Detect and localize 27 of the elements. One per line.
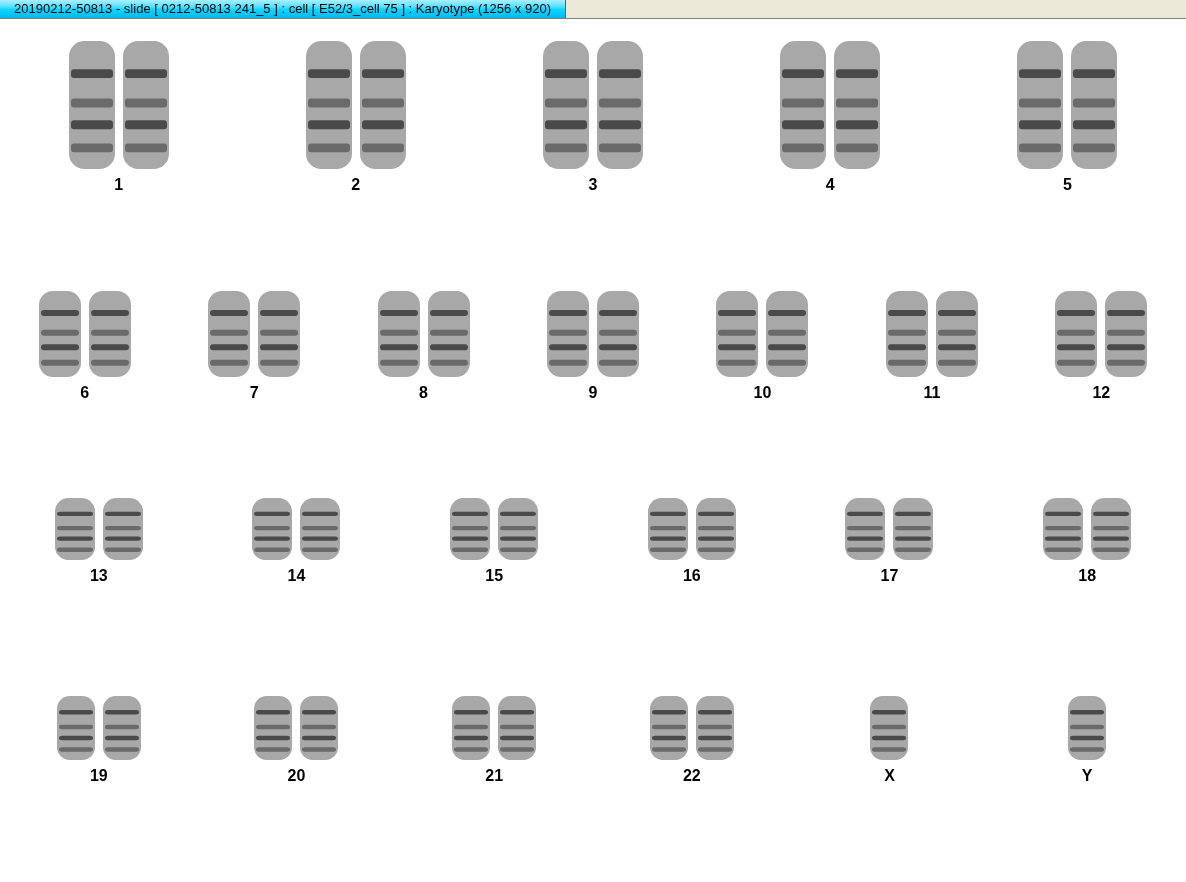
chromosome-label: 9 (588, 383, 598, 403)
chromosome-label: 14 (287, 566, 306, 586)
chromosome-label: Y (1081, 766, 1093, 786)
window-title: 20190212-50813 - slide [ 0212-50813 241_5 ] : cell [ E52/3_cell 75 ] : Karyotype (1256 x 920) (0, 0, 566, 18)
chromosome-label: 17 (880, 566, 899, 586)
chromosome-label: 10 (753, 383, 772, 403)
chromosome-label: 18 (1078, 566, 1097, 586)
chromosome-label: 13 (89, 566, 108, 586)
chromosome-label: 2 (351, 175, 361, 195)
chromosome-label: 19 (89, 766, 108, 786)
chromosome-label: 4 (825, 175, 835, 195)
chromosome-label: 6 (80, 383, 90, 403)
chromosome-label: 15 (485, 566, 504, 586)
chromosome-label: 8 (419, 383, 428, 403)
chromosome-label: 20 (287, 766, 306, 786)
chromosome-label: 11 (923, 383, 941, 403)
chromosome-label: 16 (682, 566, 701, 586)
chromosome-label: 5 (1062, 175, 1072, 195)
chromosome-label: 1 (114, 175, 124, 195)
chromosome-label: 12 (1092, 383, 1111, 403)
chromosome-drawing (1068, 696, 1107, 760)
chromosome-drawing (870, 696, 909, 760)
chromosome-label: 3 (588, 175, 598, 195)
chromosome-label: 22 (682, 766, 701, 786)
chromosome-label: X (884, 766, 895, 786)
chromosome-label: 7 (249, 383, 259, 403)
chromosome-label: 21 (485, 766, 504, 786)
